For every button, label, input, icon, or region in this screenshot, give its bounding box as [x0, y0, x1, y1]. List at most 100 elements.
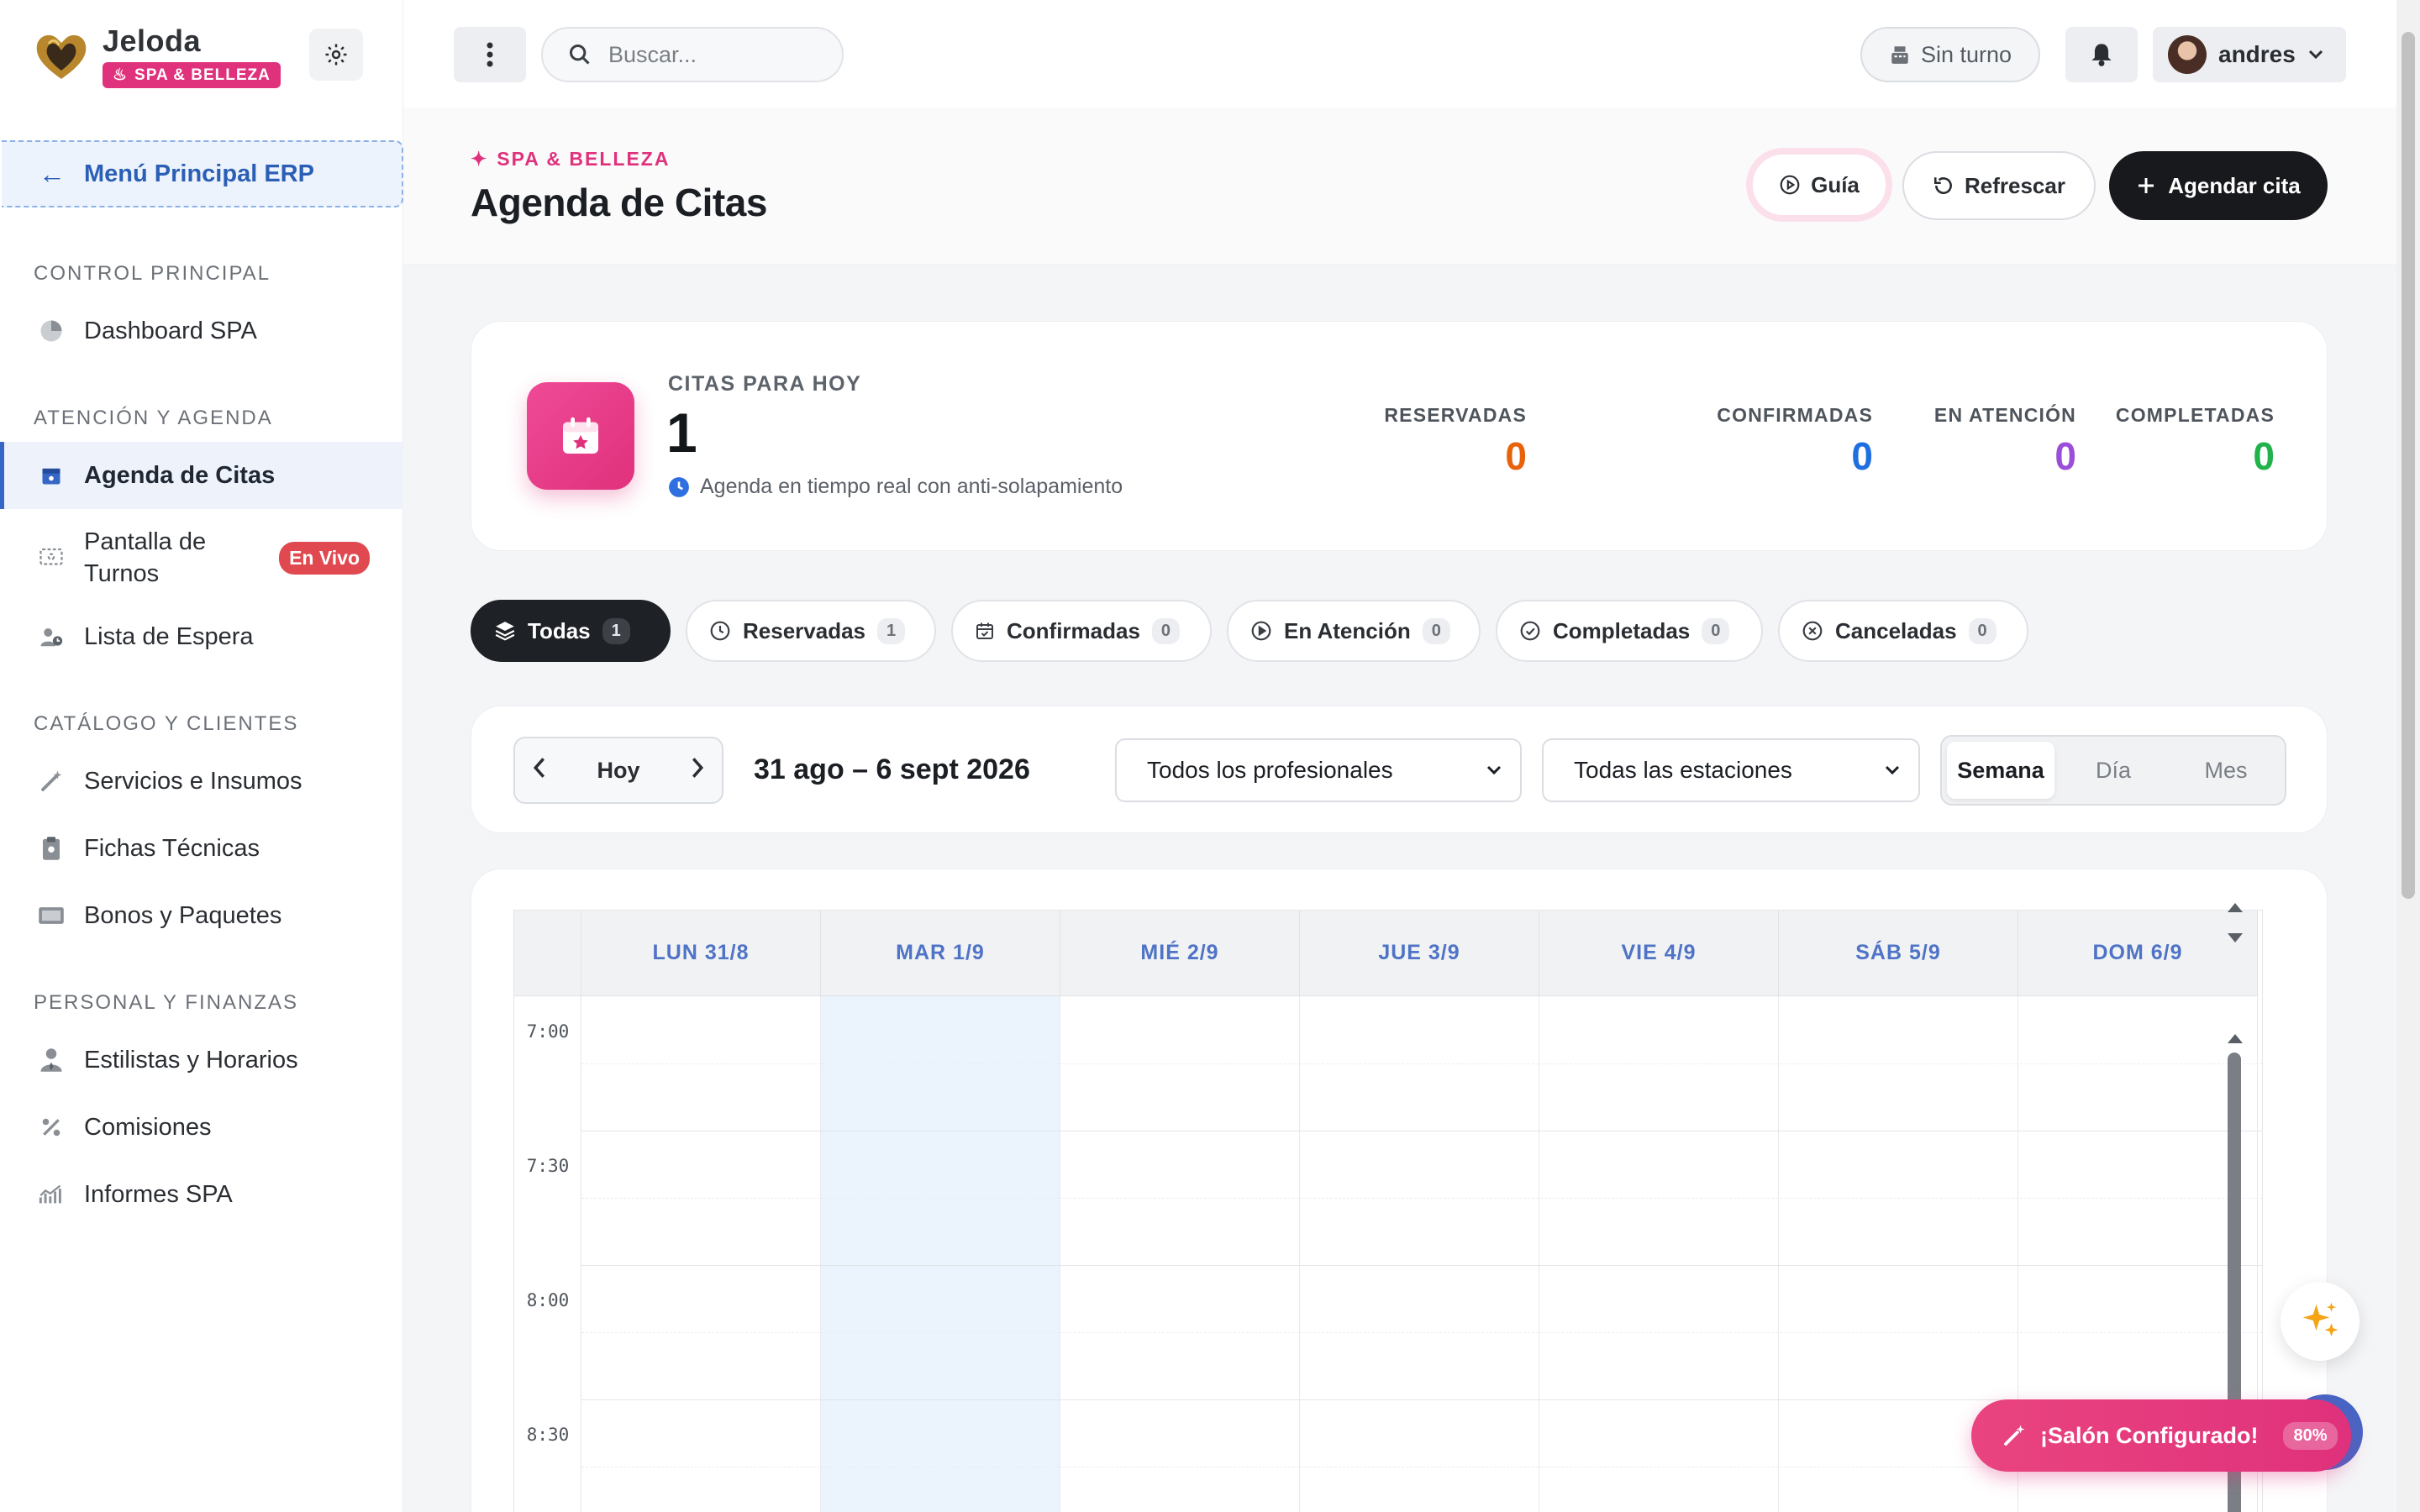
day-column[interactable] — [1060, 996, 1300, 1512]
stat-label: CONFIRMADAS — [1717, 404, 1873, 426]
sidebar-item-reports[interactable]: Informes SPA — [0, 1161, 403, 1228]
chart-line-icon — [37, 1180, 66, 1209]
view-week-button[interactable]: Semana — [1947, 742, 2054, 799]
time-label: 8:00 — [526, 1290, 570, 1310]
new-appointment-label: Agendar cita — [2168, 172, 2301, 198]
shift-status-button[interactable]: Sin turno — [1860, 27, 2040, 82]
stat-en-atencion: EN ATENCIÓN 0 — [1934, 404, 2076, 479]
today-button[interactable]: Hoy — [597, 758, 639, 784]
guide-label: Guía — [1811, 171, 1860, 197]
stat-reservadas: RESERVADAS 0 — [1384, 404, 1527, 479]
guide-button[interactable]: Guía — [1746, 148, 1892, 222]
scroll-up-icon[interactable] — [2228, 1034, 2243, 1043]
kebab-menu-icon — [487, 42, 493, 67]
day-header[interactable]: VIE 4/9 — [1539, 911, 1779, 996]
page-scrollbar[interactable] — [2396, 0, 2420, 1512]
prev-week-button[interactable] — [532, 757, 547, 785]
chip-label: Confirmadas — [1007, 617, 1140, 643]
day-header[interactable]: JUE 3/9 — [1300, 911, 1539, 996]
slot-divider — [581, 1332, 2262, 1333]
refresh-label: Refrescar — [1965, 172, 2065, 198]
sidebar-item-bonos[interactable]: Bonos y Paquetes — [0, 882, 403, 949]
settings-button[interactable] — [309, 29, 363, 81]
new-appointment-button[interactable]: Agendar cita — [2109, 151, 2328, 220]
sidebar-item-dashboard[interactable]: Dashboard SPA — [0, 297, 403, 365]
ai-assistant-button[interactable] — [2281, 1282, 2360, 1361]
status-filter-chips: Todas 1 Reservadas 1 Confirmadas 0 En At… — [471, 600, 2028, 662]
brand-name: Jeloda — [103, 24, 202, 58]
today-stats-card: CITAS PARA HOY 1 Agenda en tiempo real c… — [471, 321, 2328, 551]
brand-badge: ♨ SPA & BELLEZA — [103, 62, 281, 88]
chip-count: 1 — [877, 617, 906, 644]
day-header[interactable]: SÁB 5/9 — [1779, 911, 2018, 996]
filter-chip-completadas[interactable]: Completadas 0 — [1496, 600, 1763, 662]
bell-icon — [2091, 44, 2112, 66]
view-day-button[interactable]: Día — [2060, 742, 2167, 799]
chevron-down-icon — [2308, 50, 2323, 60]
professional-select-value: Todos los profesionales — [1147, 757, 1393, 783]
day-header[interactable]: MAR 1/9 — [821, 911, 1060, 996]
page-eyebrow: ✦ SPA & BELLEZA — [471, 148, 670, 171]
chip-count: 0 — [1422, 617, 1450, 644]
notifications-button[interactable] — [2065, 27, 2138, 82]
scroll-up-icon[interactable] — [2228, 903, 2243, 912]
user-tie-icon — [37, 1046, 66, 1074]
search-box[interactable] — [541, 27, 844, 82]
time-label: 7:00 — [526, 1021, 570, 1042]
sparkles-icon — [2302, 1302, 2338, 1336]
back-to-main-menu[interactable]: ← Menú Principal ERP — [2, 140, 403, 207]
salon-setup-progress[interactable]: ¡Salón Configurado! 80% — [1971, 1399, 2351, 1472]
sidebar-item-label: Comisiones — [84, 1113, 212, 1141]
station-select[interactable]: Todas las estaciones — [1542, 738, 1920, 802]
day-header[interactable]: LUN 31/8 — [581, 911, 821, 996]
day-column[interactable] — [821, 996, 1060, 1512]
day-header[interactable]: MIÉ 2/9 — [1060, 911, 1300, 996]
play-circle-icon — [1251, 621, 1271, 641]
day-column[interactable] — [1300, 996, 1539, 1512]
filter-chip-todas[interactable]: Todas 1 — [471, 600, 671, 662]
sidebar-item-label: Pantalla de Turnos — [84, 528, 207, 587]
professional-select[interactable]: Todos los profesionales — [1115, 738, 1522, 802]
sidebar-item-stylists[interactable]: Estilistas y Horarios — [0, 1026, 403, 1094]
user-name: andres — [2218, 41, 2296, 67]
screen-icon — [37, 543, 66, 572]
refresh-button[interactable]: Refrescar — [1902, 151, 2096, 220]
stat-confirmadas: CONFIRMADAS 0 — [1717, 404, 1873, 479]
calendar-toolbar: Hoy 31 ago – 6 sept 2026 Todos los profe… — [471, 706, 2328, 833]
filter-chip-en-atencion[interactable]: En Atención 0 — [1227, 600, 1481, 662]
filter-chip-reservadas[interactable]: Reservadas 1 — [686, 600, 936, 662]
day-header[interactable]: DOM 6/9 — [2018, 911, 2258, 996]
view-month-button[interactable]: Mes — [2172, 742, 2280, 799]
day-column[interactable] — [1539, 996, 1779, 1512]
plus-icon — [2139, 178, 2154, 193]
filter-chip-confirmadas[interactable]: Confirmadas 0 — [951, 600, 1212, 662]
today-label: CITAS PARA HOY — [668, 372, 862, 396]
sidebar: Jeloda ♨ SPA & BELLEZA ← Menú Principal … — [0, 0, 403, 1512]
sidebar-item-commissions[interactable]: Comisiones — [0, 1094, 403, 1161]
user-menu-button[interactable]: andres — [2153, 27, 2346, 82]
sidebar-item-label: Dashboard SPA — [84, 317, 257, 344]
sidebar-item-services[interactable]: Servicios e Insumos — [0, 748, 403, 815]
sidebar-item-fichas[interactable]: Fichas Técnicas — [0, 815, 403, 882]
chip-count: 0 — [1702, 617, 1730, 644]
sidebar-item-waitlist[interactable]: Lista de Espera — [0, 603, 403, 670]
filter-chip-canceladas[interactable]: Canceladas 0 — [1778, 600, 2028, 662]
brand[interactable]: Jeloda ♨ SPA & BELLEZA — [32, 24, 281, 88]
chip-count: 0 — [1968, 617, 1996, 644]
day-column[interactable] — [581, 996, 821, 1512]
arrow-left-icon: ← — [39, 158, 66, 189]
magic-wand-icon — [2004, 1425, 2025, 1446]
heart-logo-icon — [36, 34, 87, 79]
sidebar-item-turnos[interactable]: Pantalla de Turnos En Vivo — [0, 522, 403, 593]
sidebar-item-label: Lista de Espera — [84, 622, 254, 650]
magic-wand-icon — [37, 767, 66, 795]
scroll-down-icon[interactable] — [2228, 933, 2243, 942]
stat-value: 0 — [1505, 434, 1527, 478]
page-scroll-thumb[interactable] — [2402, 32, 2415, 899]
chevron-down-icon — [1486, 765, 1502, 775]
search-input[interactable] — [608, 41, 818, 68]
more-options-button[interactable] — [454, 27, 526, 82]
date-navigation: Hoy — [513, 737, 723, 804]
sidebar-item-agenda[interactable]: Agenda de Citas — [0, 442, 403, 509]
next-week-button[interactable] — [690, 757, 705, 785]
